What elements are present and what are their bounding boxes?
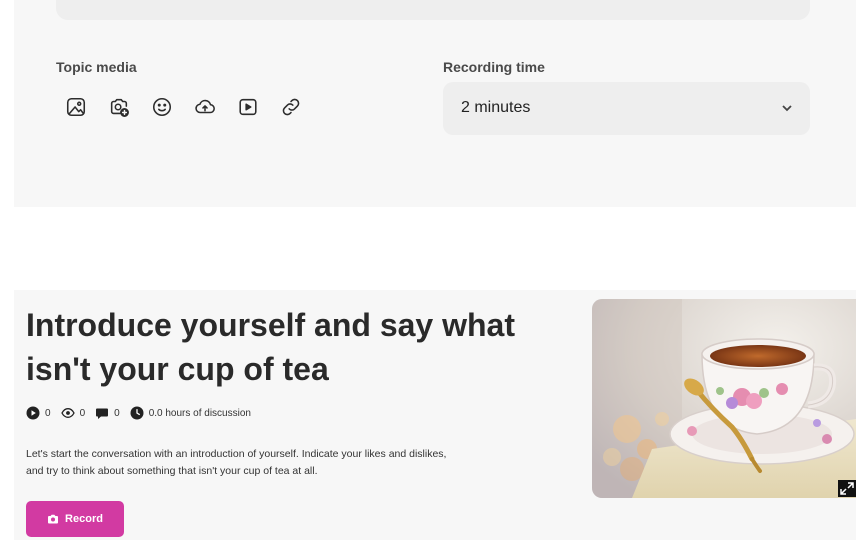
- expand-icon[interactable]: [838, 480, 856, 497]
- chevron-down-icon: [780, 101, 794, 115]
- video-count: 0: [45, 407, 51, 419]
- topic-media-label: Topic media: [56, 59, 137, 75]
- cloud-upload-icon[interactable]: [191, 93, 219, 121]
- discussion-hours: 0.0 hours of discussion: [148, 407, 251, 419]
- discussion-hours-stat: 0.0 hours of discussion: [130, 406, 251, 420]
- comment-count-stat: 0: [95, 406, 120, 420]
- record-button-label: Record: [65, 513, 103, 525]
- recording-time-value: 2 minutes: [461, 99, 531, 116]
- topic-title: Introduce yourself and say what isn't yo…: [26, 307, 515, 387]
- view-count-stat: 0: [60, 406, 86, 420]
- link-icon[interactable]: [277, 93, 305, 121]
- record-button[interactable]: Record: [26, 501, 124, 537]
- topic-stats: 0 0 0 0.0 hours of discussion: [26, 406, 261, 420]
- description-input-bottom[interactable]: [56, 0, 810, 20]
- comment-icon: [95, 406, 109, 420]
- eye-icon: [60, 406, 75, 420]
- camera-add-icon[interactable]: [105, 93, 133, 121]
- video-play-icon[interactable]: [234, 93, 262, 121]
- topic-description: Let's start the conversation with an int…: [26, 448, 447, 477]
- topic-media-toolbar: [62, 93, 305, 121]
- clock-icon: [130, 406, 144, 420]
- view-count: 0: [79, 407, 86, 419]
- play-circle-icon: [26, 406, 40, 420]
- comment-count: 0: [114, 407, 120, 419]
- camera-icon: [47, 513, 59, 525]
- recording-time-select[interactable]: 2 minutes: [443, 82, 810, 135]
- smiley-icon[interactable]: [148, 93, 176, 121]
- teacup-image: [592, 299, 856, 498]
- video-count-stat: 0: [26, 406, 51, 420]
- image-icon[interactable]: [62, 93, 90, 121]
- recording-time-label: Recording time: [443, 59, 545, 75]
